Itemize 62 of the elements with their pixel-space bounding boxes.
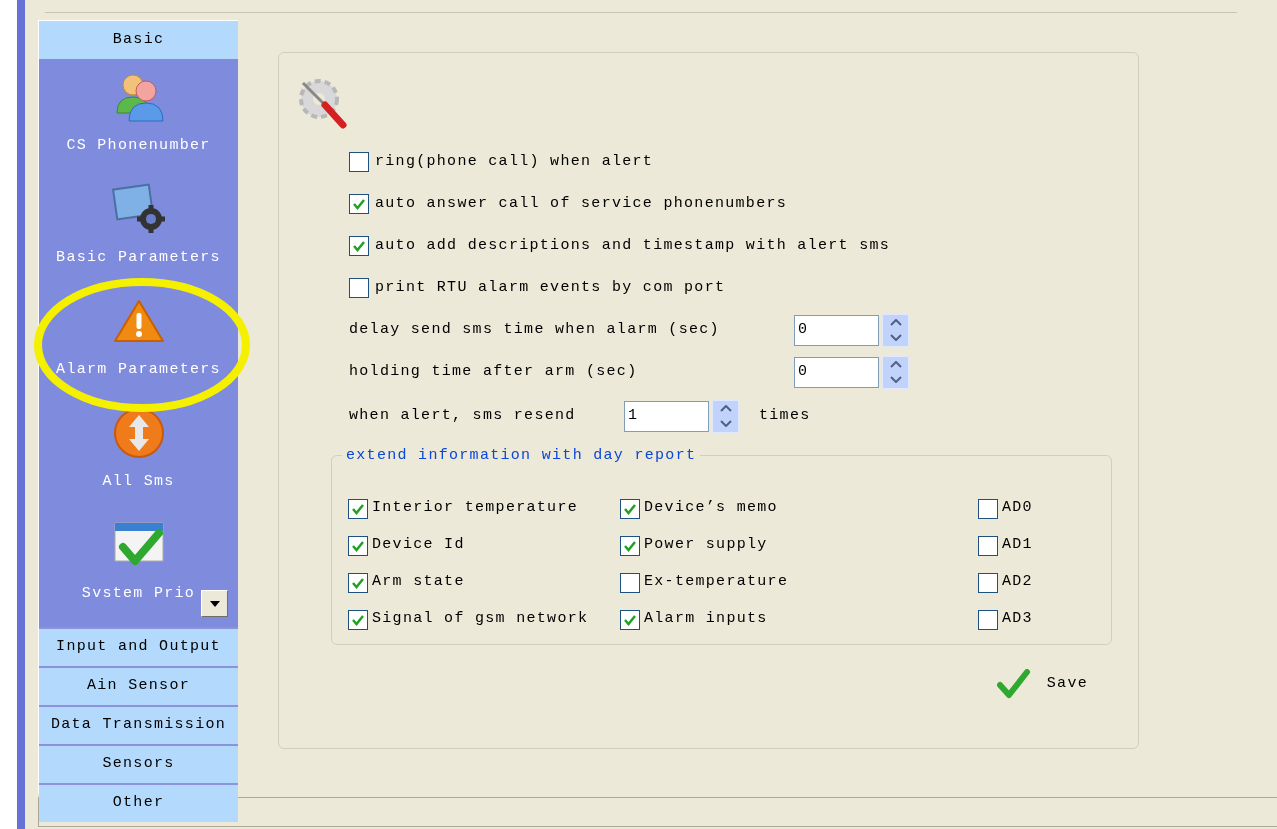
section-header[interactable]: Data Transmission: [39, 705, 238, 744]
tick-icon: [352, 198, 366, 210]
checkbox[interactable]: [348, 572, 368, 593]
save-button[interactable]: Save: [992, 667, 1092, 701]
checkbox[interactable]: [620, 572, 640, 593]
checkbox[interactable]: [620, 535, 640, 556]
monitor-gear-icon: [110, 183, 167, 235]
number-field[interactable]: 0: [794, 356, 879, 388]
checkbox[interactable]: [349, 278, 369, 298]
tick-icon: [623, 502, 637, 515]
scroll-down-button[interactable]: [201, 590, 228, 617]
option-label: delay send sms time when alarm (sec): [349, 319, 721, 340]
tick-icon: [351, 539, 365, 552]
section-header[interactable]: Input and Output: [39, 627, 238, 666]
option-label: Interior temperature: [372, 498, 579, 519]
tick-icon: [352, 240, 366, 252]
option-label: AD1: [1002, 535, 1033, 556]
checkbox[interactable]: [349, 152, 369, 172]
option-label: Ex-temperature: [644, 572, 789, 593]
checkbox[interactable]: [978, 609, 998, 630]
option-label: Signal of gsm network: [372, 609, 589, 630]
option-label: holding time after arm (sec): [349, 361, 639, 382]
option-label: print RTU alarm events by com port: [375, 277, 726, 298]
tick-icon: [351, 613, 365, 626]
tick-icon: [351, 576, 365, 589]
option-label: Arm state: [372, 572, 465, 593]
checkbox[interactable]: [978, 572, 998, 593]
section-header[interactable]: Sensors: [39, 744, 238, 783]
spin-buttons[interactable]: [712, 399, 739, 433]
checkbox[interactable]: [978, 498, 998, 519]
tick-icon: [623, 539, 637, 552]
section-header[interactable]: Other: [39, 783, 238, 822]
section-header[interactable]: Basic: [39, 21, 238, 59]
checkmark-icon: [996, 669, 1031, 699]
number-field[interactable]: 0: [794, 314, 879, 346]
option-label: Device’s memo: [644, 498, 778, 519]
checkbox[interactable]: [348, 609, 368, 630]
checkbox[interactable]: [349, 236, 369, 256]
checkbox[interactable]: [348, 498, 368, 519]
option-label: ring(phone call) when alert: [375, 151, 654, 172]
option-label: AD2: [1002, 572, 1033, 593]
option-label: Power supply: [644, 535, 768, 556]
spin-buttons[interactable]: [882, 313, 909, 347]
tick-icon: [351, 502, 365, 515]
checkbox[interactable]: [349, 194, 369, 214]
option-label: when alert, sms resend: [349, 405, 577, 426]
option-label: auto answer call of service phonenumbers: [375, 193, 788, 214]
option-label: AD3: [1002, 609, 1033, 630]
checkbox[interactable]: [348, 535, 368, 556]
section-header[interactable]: Ain Sensor: [39, 666, 238, 705]
number-field[interactable]: 1: [624, 400, 709, 432]
tick-icon: [623, 613, 637, 626]
caret-icon: [209, 600, 220, 607]
suffix-label: times: [759, 405, 811, 426]
checkbox[interactable]: [620, 498, 640, 519]
option-label: auto add descriptions and timestamp with alert sms: [375, 235, 891, 256]
checkbox[interactable]: [620, 609, 640, 630]
option-label: AD0: [1002, 498, 1033, 519]
option-label: Device Id: [372, 535, 465, 556]
checkbox[interactable]: [978, 535, 998, 556]
spin-buttons[interactable]: [882, 355, 909, 389]
option-label: Alarm inputs: [644, 609, 768, 630]
